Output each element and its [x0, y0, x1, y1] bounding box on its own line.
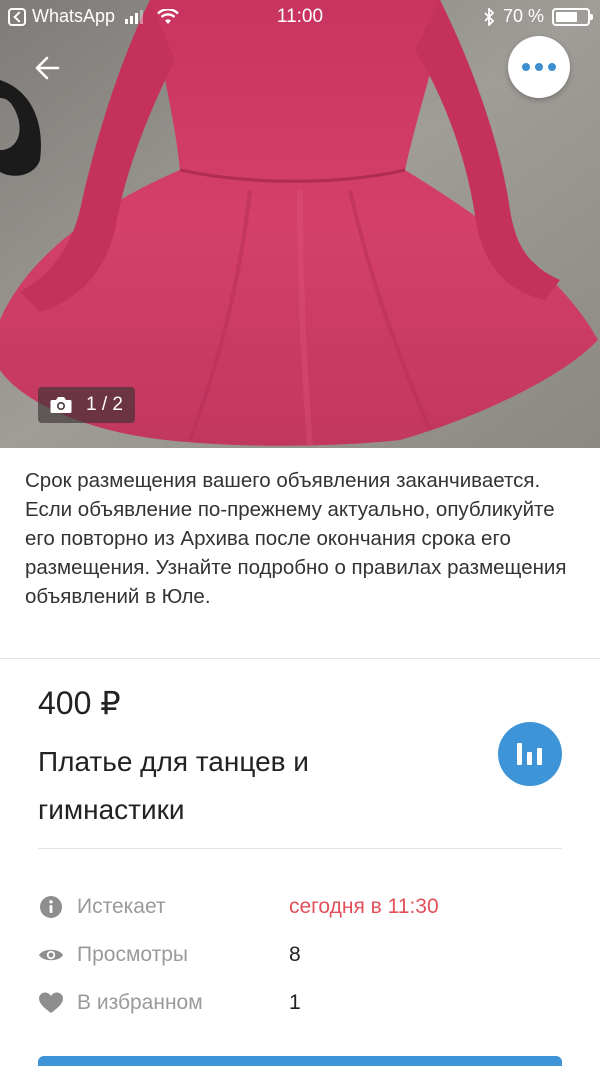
divider [0, 658, 600, 659]
divider [38, 848, 562, 849]
info-icon [40, 896, 62, 918]
listing-title: Платье для танцев и гимнастики [38, 746, 309, 825]
heart-icon [39, 992, 63, 1013]
camera-icon [50, 397, 72, 413]
more-options-button[interactable] [508, 36, 570, 98]
detail-row-views: Просмотры 8 [38, 939, 562, 971]
price: 400 ₽ [38, 685, 121, 721]
primary-action-button[interactable] [38, 1056, 562, 1066]
back-arrow-icon[interactable] [30, 50, 66, 86]
statistics-button[interactable] [498, 722, 562, 786]
expiration-notice: Срок размещения вашего объявления заканч… [25, 469, 567, 608]
dot-icon [548, 63, 556, 71]
detail-row-expires: Истекает сегодня в 11:30 [38, 891, 562, 923]
battery-percent: 70 % [502, 6, 544, 26]
photo-counter-text: 1 / 2 [86, 394, 123, 415]
detail-value: 8 [289, 943, 301, 966]
detail-label: Просмотры [77, 943, 188, 966]
detail-label: Истекает [77, 895, 166, 918]
bluetooth-icon [484, 7, 495, 26]
detail-label: В избранном [77, 991, 203, 1014]
detail-row-favorites: В избранном 1 [38, 987, 562, 1019]
dot-icon [535, 63, 543, 71]
status-bar: WhatsApp 11:00 70 % [0, 0, 600, 34]
detail-value: сегодня в 11:30 [289, 895, 439, 918]
dot-icon [522, 63, 530, 71]
battery-icon [552, 7, 593, 26]
eye-icon [39, 949, 63, 961]
product-photo[interactable]: WhatsApp 11:00 70 % 1 / 2 [0, 0, 600, 448]
bar-chart-icon [517, 743, 542, 765]
photo-counter: 1 / 2 [38, 387, 135, 423]
detail-value: 1 [289, 991, 301, 1014]
